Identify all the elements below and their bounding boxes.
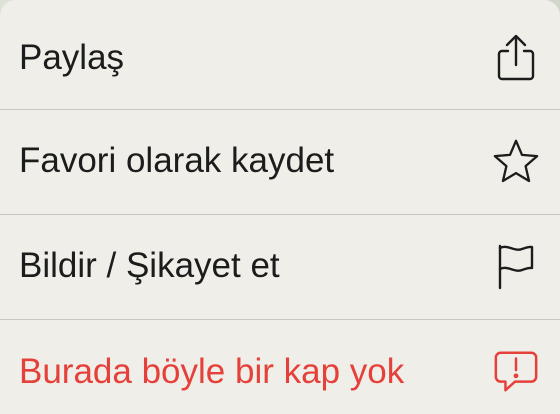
menu-item-label: Burada böyle bir kap yok <box>19 352 405 391</box>
share-icon <box>492 34 540 82</box>
star-icon <box>492 137 540 185</box>
menu-item-label: Paylaş <box>19 38 125 77</box>
flag-icon <box>492 242 540 290</box>
menu-item-no-container-here[interactable]: Burada böyle bir kap yok <box>0 320 560 414</box>
menu-item-favorite[interactable]: Favori olarak kaydet <box>0 109 560 213</box>
menu-item-report[interactable]: Bildir / Şikayet et <box>0 214 560 318</box>
action-sheet: Paylaş Favori olarak kaydet Bildir / Şik… <box>0 0 560 414</box>
menu-item-label: Bildir / Şikayet et <box>19 246 280 285</box>
menu-item-share[interactable]: Paylaş <box>0 6 560 110</box>
report-bubble-icon <box>492 348 540 396</box>
menu-item-label: Favori olarak kaydet <box>19 141 335 180</box>
